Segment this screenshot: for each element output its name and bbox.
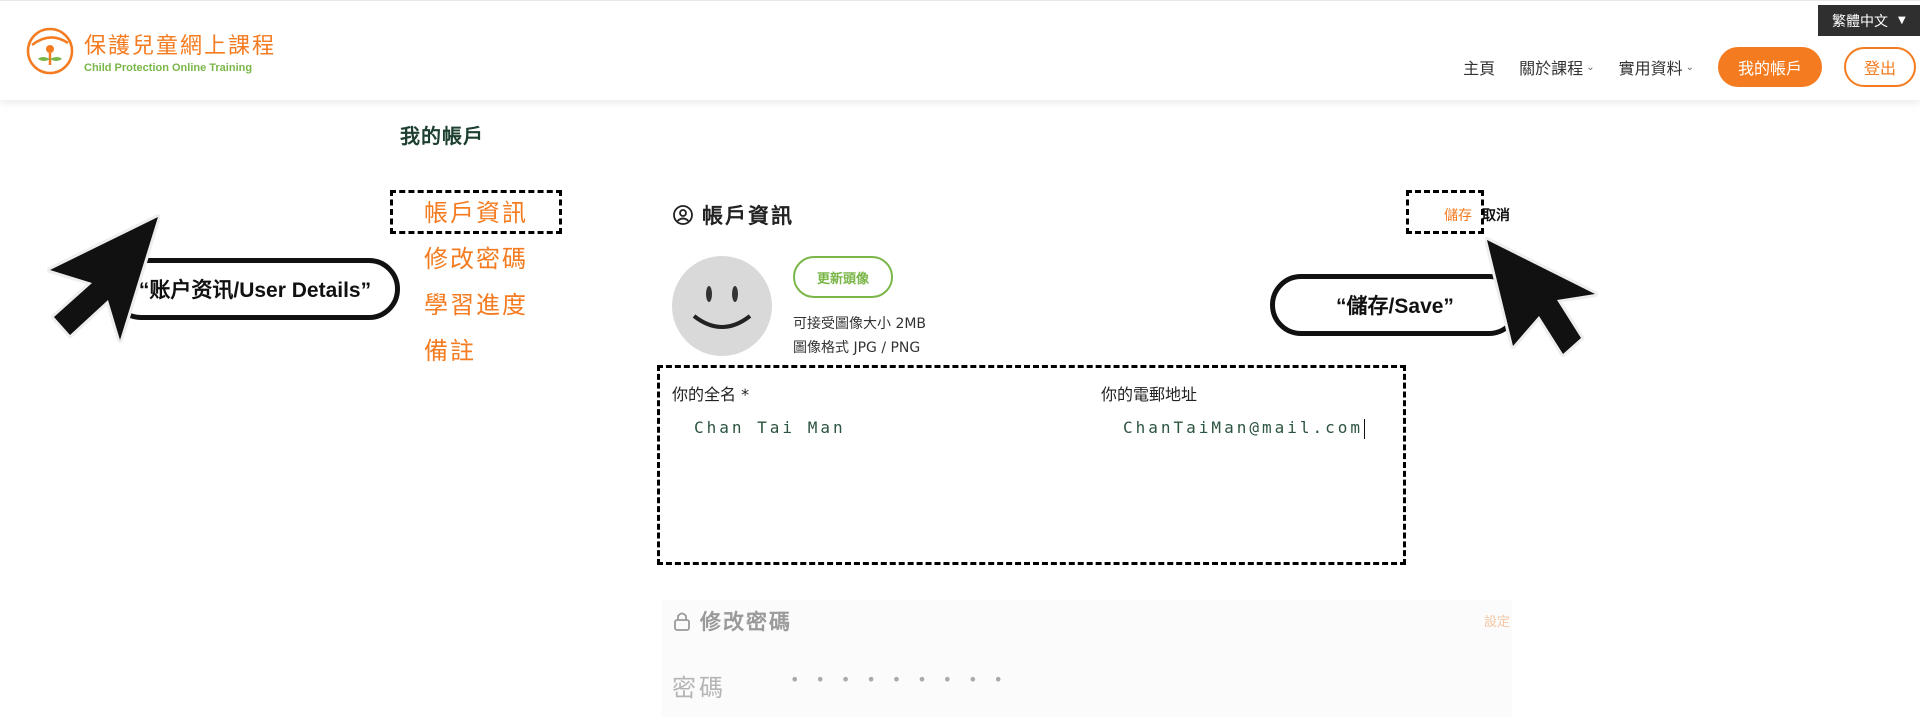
header: 保護兒童網上課程 Child Protection Online Trainin… xyxy=(0,0,1920,100)
account-section-header: 帳戶資訊 xyxy=(672,200,794,230)
page: 保護兒童網上課程 Child Protection Online Trainin… xyxy=(0,0,1920,717)
side-item-notes[interactable]: 備註 xyxy=(424,331,528,377)
language-select[interactable]: 繁體中文 ▼ xyxy=(1818,5,1920,36)
language-label: 繁體中文 xyxy=(1832,13,1888,30)
chevron-down-icon: ⌄ xyxy=(1685,61,1694,73)
password-set-link[interactable]: 設定 xyxy=(1484,611,1510,630)
highlight-box-user-details xyxy=(657,365,1406,565)
nav-resources-label: 實用資料 xyxy=(1618,59,1683,78)
lock-icon xyxy=(674,612,690,631)
logo-title: 保護兒童網上課程 xyxy=(84,34,277,59)
logout-button[interactable]: 登出 xyxy=(1844,47,1916,87)
password-section-header: 修改密碼 xyxy=(672,606,792,636)
nav-about-course[interactable]: 關於課程 ⌄ xyxy=(1519,55,1594,79)
nav-resources[interactable]: 實用資料 ⌄ xyxy=(1619,55,1694,79)
password-section-title: 修改密碼 xyxy=(700,610,792,634)
cancel-button[interactable]: 取消 xyxy=(1482,205,1510,225)
update-avatar-button[interactable]: 更新頭像 xyxy=(793,256,893,298)
highlight-box-save xyxy=(1406,190,1484,234)
nav-home-label: 主頁 xyxy=(1463,59,1496,78)
annotation-save-label: “儲存/Save” xyxy=(1336,295,1454,318)
password-field[interactable]: ••••••••• xyxy=(790,670,1019,689)
side-item-progress[interactable]: 學習進度 xyxy=(424,285,528,331)
cursor-arrow-icon xyxy=(47,214,160,343)
highlight-box-account-info xyxy=(390,190,562,234)
logo[interactable]: 保護兒童網上課程 Child Protection Online Trainin… xyxy=(24,25,276,77)
chevron-down-icon: ⌄ xyxy=(1586,61,1595,73)
my-account-button[interactable]: 我的帳戶 xyxy=(1717,47,1822,87)
account-section-title: 帳戶資訊 xyxy=(702,204,794,228)
nav-home[interactable]: 主頁 xyxy=(1463,55,1495,79)
main-nav: 主頁 關於課程 ⌄ 實用資料 ⌄ 我的帳戶 登出 xyxy=(1463,47,1920,87)
avatar xyxy=(672,256,772,356)
annotation-save: “儲存/Save” xyxy=(1270,274,1520,336)
logo-subtitle: Child Protection Online Training xyxy=(84,62,253,74)
side-item-change-password[interactable]: 修改密碼 xyxy=(424,239,528,285)
smiley-icon xyxy=(692,286,752,329)
logo-icon xyxy=(26,27,74,75)
user-circle-icon xyxy=(673,205,693,225)
nav-about-label: 關於課程 xyxy=(1519,59,1584,78)
page-title: 我的帳戶 xyxy=(400,124,484,148)
cursor-arrow-icon xyxy=(1485,237,1598,357)
password-label: 密碼 xyxy=(672,674,726,702)
avatar-format-note: 圖像格式 JPG / PNG xyxy=(793,340,921,356)
annotation-user-details-label: “账户资讯/User Details” xyxy=(138,279,372,302)
chevron-down-icon: ▼ xyxy=(1898,15,1906,26)
avatar-size-note: 可接受圖像大小 2MB xyxy=(793,316,927,332)
